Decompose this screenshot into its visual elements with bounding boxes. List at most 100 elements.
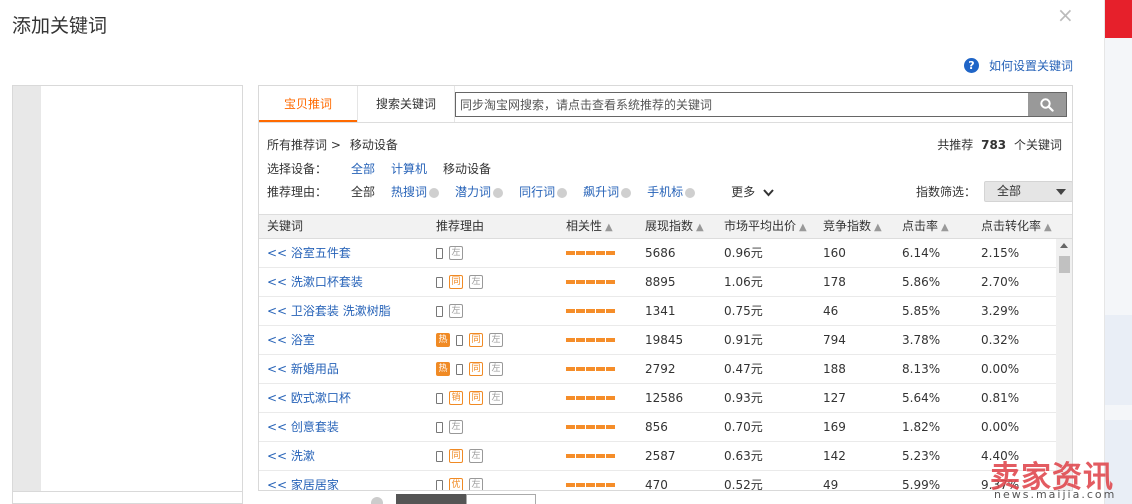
match-mode-button[interactable]	[396, 494, 466, 504]
keyword-link[interactable]: << 新婚用品	[267, 355, 339, 383]
relevance-segment	[596, 454, 605, 458]
reason-filter-label: 推荐理由：	[267, 185, 328, 199]
keyword-link[interactable]: << 洗漱	[267, 442, 315, 470]
col-avg-bid[interactable]: 市场平均出价 ▲	[724, 215, 807, 238]
cell-competition: 169	[823, 420, 846, 434]
keyword-link[interactable]: << 家居居家	[267, 471, 339, 490]
cell-ctr: 1.82%	[902, 420, 941, 434]
more-label: 更多	[731, 185, 756, 199]
scroll-up-arrow-icon[interactable]	[1060, 243, 1068, 248]
col-cvr[interactable]: 点击转化率 ▲	[981, 215, 1052, 238]
search-button[interactable]	[1028, 93, 1066, 116]
relevance-segment	[606, 309, 615, 313]
relevance-segment	[606, 483, 615, 487]
cell-competition: 794	[823, 333, 846, 347]
col-label: 点击转化率	[981, 219, 1042, 233]
match-mode-button[interactable]	[466, 494, 536, 504]
chevron-down-icon	[763, 188, 774, 196]
cell-impressions: 19845	[645, 333, 684, 347]
relevance-segment	[566, 309, 575, 313]
reason-option-potential[interactable]: 潜力词	[455, 183, 504, 200]
relevance-bar	[566, 355, 616, 383]
breadcrumb-root[interactable]: 所有推荐词 >	[267, 136, 341, 153]
filter-area: 所有推荐词 > 移动设备 共推荐 783 个关键词 选择设备： 全部 计算机 移…	[259, 123, 1072, 214]
reason-tags: 左	[436, 297, 469, 325]
hot-tag: 热	[436, 333, 450, 347]
table-row: << 卫浴套装 洗漱树脂 左 1341 0.75元 46 5.85% 3.29%	[259, 297, 1056, 326]
relevance-segment	[596, 251, 605, 255]
relevance-segment	[586, 396, 595, 400]
total-count: 共推荐 783 个关键词	[937, 136, 1062, 153]
relevance-segment	[606, 367, 615, 371]
reason-tag: 左	[469, 275, 483, 289]
col-reason: 推荐理由	[436, 219, 485, 233]
cell-ctr: 5.64%	[902, 391, 941, 405]
reason-tag: 同	[449, 275, 463, 289]
reason-tag: 左	[489, 333, 503, 347]
relevance-segment	[586, 338, 595, 342]
cell-competition: 188	[823, 362, 846, 376]
reason-tags: 热 同左	[436, 326, 509, 354]
relevance-segment	[566, 483, 575, 487]
relevance-bar	[566, 326, 616, 354]
col-ctr[interactable]: 点击率 ▲	[902, 215, 949, 238]
more-button[interactable]: 更多	[731, 183, 774, 200]
help-link[interactable]: ? 如何设置关键词	[964, 57, 1073, 74]
cell-ctr: 8.13%	[902, 362, 941, 376]
device-option-computer[interactable]: 计算机	[391, 160, 427, 177]
keyword-link[interactable]: << 欧式漱口杯	[267, 384, 351, 412]
reason-option-hot[interactable]: 热搜词	[391, 183, 440, 200]
reason-option-label: 飙升词	[583, 185, 620, 199]
cell-ctr: 3.78%	[902, 333, 941, 347]
cell-avg-bid: 0.47元	[724, 362, 763, 376]
reason-tag: 左	[449, 304, 463, 318]
reason-option-label: 热搜词	[391, 185, 428, 199]
relevance-segment	[596, 309, 605, 313]
reason-tags: 热 同左	[436, 355, 509, 383]
relevance-segment	[596, 396, 605, 400]
keyword-recommend-panel: 宝贝推词 搜索关键词 所有推荐词 > 移动设备 共推荐 783 个关键词 选择设…	[258, 85, 1073, 491]
reason-option-mobile[interactable]: 手机标	[647, 183, 696, 200]
device-option-all[interactable]: 全部	[351, 160, 375, 177]
reason-tag: 同	[469, 362, 483, 376]
col-relevance[interactable]: 相关性 ▲	[566, 215, 613, 238]
relevance-bar	[566, 239, 616, 267]
device-option-mobile[interactable]: 移动设备	[443, 160, 491, 177]
reason-tag: 左	[449, 420, 463, 434]
keyword-link[interactable]: << 卫浴套装 洗漱树脂	[267, 297, 391, 325]
search-input[interactable]	[456, 93, 1028, 116]
tab-search-keywords[interactable]: 搜索关键词	[357, 86, 455, 122]
col-competition[interactable]: 竞争指数 ▲	[823, 215, 882, 238]
index-filter-select[interactable]: 全部	[984, 181, 1072, 202]
relevance-segment	[566, 454, 575, 458]
table-row: << 浴室 热 同左 19845 0.91元 794 3.78% 0.32%	[259, 326, 1056, 355]
page-side-strip	[1104, 0, 1132, 504]
col-impressions[interactable]: 展现指数 ▲	[645, 215, 704, 238]
keyword-link[interactable]: << 浴室	[267, 326, 315, 354]
sort-arrow-icon: ▲	[941, 222, 949, 233]
relevance-segment	[606, 454, 615, 458]
relevance-segment	[606, 251, 615, 255]
keyword-link[interactable]: << 浴室五件套	[267, 239, 351, 267]
cell-ctr: 5.99%	[902, 478, 941, 491]
index-filter-value: 全部	[997, 184, 1022, 198]
cell-cvr: 2.15%	[981, 246, 1020, 260]
mobile-device-icon	[436, 276, 443, 288]
relevance-segment	[576, 338, 585, 342]
reason-option-label: 手机标	[647, 185, 684, 199]
total-number: 783	[981, 138, 1007, 152]
cell-impressions: 470	[645, 478, 668, 491]
tab-item-recommend[interactable]: 宝贝推词	[259, 86, 357, 122]
table-row: << 洗漱同左 2587 0.63元 142 5.23% 4.40%	[259, 442, 1056, 471]
scrollbar-thumb[interactable]	[1059, 256, 1070, 273]
total-suffix: 个关键词	[1013, 138, 1062, 152]
cell-avg-bid: 0.52元	[724, 478, 763, 491]
reason-option-all[interactable]: 全部	[351, 183, 375, 200]
relevance-segment	[566, 280, 575, 284]
keyword-link[interactable]: << 创意套装	[267, 413, 339, 441]
keyword-link[interactable]: << 洗漱口杯套装	[267, 268, 363, 296]
reason-option-peer[interactable]: 同行词	[519, 183, 568, 200]
close-icon[interactable]: ×	[1057, 5, 1074, 25]
relevance-segment	[576, 367, 585, 371]
reason-option-rising[interactable]: 飙升词	[583, 183, 632, 200]
